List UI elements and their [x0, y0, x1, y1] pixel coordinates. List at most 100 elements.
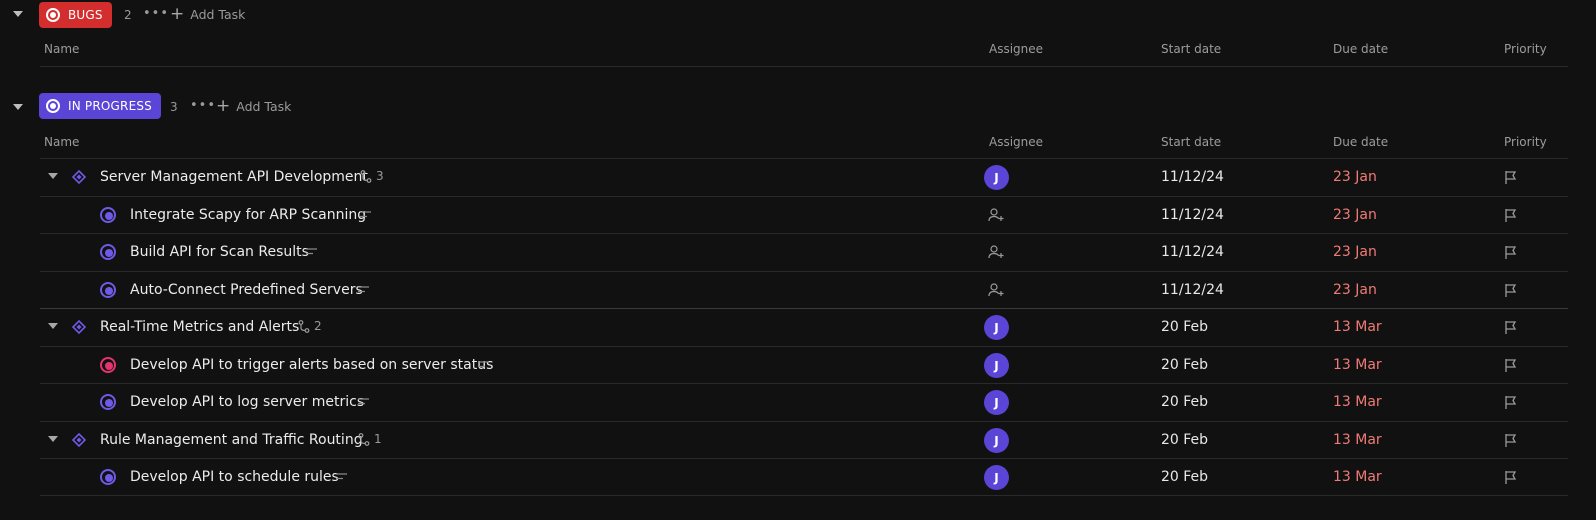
plus-icon: + [216, 96, 231, 116]
subtask-count-value: 3 [376, 169, 384, 183]
priority-flag-icon[interactable] [1504, 320, 1518, 335]
task-row[interactable]: Rule Management and Traffic Routing 1 J … [40, 422, 1568, 459]
expand-chevron-icon[interactable] [48, 435, 58, 443]
due-date[interactable]: 23 Jan [1333, 244, 1377, 260]
subtask-row[interactable]: Build API for Scan Results 11/12/24 23 J… [40, 234, 1568, 271]
column-header-due-date[interactable]: Due date [1333, 135, 1388, 149]
task-name[interactable]: Auto-Connect Predefined Servers [130, 282, 363, 298]
status-circle-icon[interactable] [100, 282, 116, 298]
start-date[interactable]: 11/12/24 [1161, 207, 1224, 223]
start-date[interactable]: 20 Feb [1161, 319, 1208, 335]
priority-flag-icon[interactable] [1504, 208, 1518, 223]
status-pill-in-progress[interactable]: IN PROGRESS [39, 93, 162, 119]
start-date[interactable]: 20 Feb [1161, 394, 1208, 410]
priority-flag-icon[interactable] [1504, 395, 1518, 410]
status-circle-icon[interactable] [100, 207, 116, 223]
priority-flag-icon[interactable] [1504, 433, 1518, 448]
task-name[interactable]: Rule Management and Traffic Routing [100, 432, 363, 448]
task-name[interactable]: Develop API to schedule rules [130, 469, 339, 485]
task-name[interactable]: Real-Time Metrics and Alerts [100, 319, 299, 335]
due-date[interactable]: 13 Mar [1333, 469, 1382, 485]
task-name[interactable]: Develop API to trigger alerts based on s… [130, 357, 493, 373]
subtask-icon [360, 169, 372, 183]
description-icon [358, 286, 369, 293]
avatar[interactable]: J [984, 315, 1009, 340]
task-name[interactable]: Develop API to log server metrics [130, 394, 364, 410]
plus-icon: + [170, 4, 185, 24]
due-date[interactable]: 23 Jan [1333, 169, 1377, 185]
description-icon [336, 473, 347, 480]
task-row[interactable]: Real-Time Metrics and Alerts 2 J 20 Feb … [40, 309, 1568, 346]
description-icon [478, 361, 489, 368]
task-name[interactable]: Server Management API Development [100, 169, 368, 185]
subtask-count[interactable]: 2 [298, 319, 322, 333]
expand-chevron-icon[interactable] [48, 172, 58, 180]
due-date[interactable]: 13 Mar [1333, 394, 1382, 410]
status-ring-icon [46, 8, 60, 22]
avatar[interactable]: J [984, 465, 1009, 490]
subtask-icon [298, 319, 310, 333]
status-circle-icon[interactable] [100, 394, 116, 410]
start-date[interactable]: 11/12/24 [1161, 169, 1224, 185]
subtask-row[interactable]: Auto-Connect Predefined Servers 11/12/24… [40, 272, 1568, 309]
collapse-in-progress-chevron-icon[interactable] [12, 101, 24, 113]
column-header-name[interactable]: Name [44, 135, 79, 149]
expand-chevron-icon[interactable] [48, 322, 58, 330]
avatar[interactable]: J [984, 390, 1009, 415]
due-date[interactable]: 13 Mar [1333, 432, 1382, 448]
start-date[interactable]: 20 Feb [1161, 469, 1208, 485]
task-type-diamond-icon [72, 170, 86, 184]
due-date[interactable]: 23 Jan [1333, 207, 1377, 223]
status-circle-icon[interactable] [100, 244, 116, 260]
column-header-name[interactable]: Name [44, 42, 79, 56]
status-circle-icon[interactable] [100, 469, 116, 485]
start-date[interactable]: 20 Feb [1161, 357, 1208, 373]
start-date[interactable]: 11/12/24 [1161, 244, 1224, 260]
group-bugs-header: BUGS 2 ••• + Add Task [0, 0, 1596, 30]
add-task-button[interactable]: + Add Task [216, 98, 291, 115]
due-date[interactable]: 13 Mar [1333, 319, 1382, 335]
status-pill-bugs[interactable]: BUGS [39, 2, 112, 28]
subtask-row[interactable]: Develop API to trigger alerts based on s… [40, 347, 1568, 384]
column-header-start-date[interactable]: Start date [1161, 42, 1221, 56]
column-header-assignee[interactable]: Assignee [989, 42, 1043, 56]
task-name[interactable]: Build API for Scan Results [130, 244, 309, 260]
subtask-row[interactable]: Develop API to schedule rules J 20 Feb 1… [40, 459, 1568, 496]
column-header-priority[interactable]: Priority [1504, 135, 1547, 149]
group-count: 3 [170, 100, 178, 114]
subtask-row[interactable]: Integrate Scapy for ARP Scanning 11/12/2… [40, 197, 1568, 234]
subtask-count[interactable]: 3 [360, 169, 384, 183]
priority-flag-icon[interactable] [1504, 358, 1518, 373]
divider [40, 495, 1568, 496]
avatar[interactable]: J [984, 353, 1009, 378]
add-assignee-icon[interactable] [988, 245, 1005, 259]
column-header-priority[interactable]: Priority [1504, 42, 1547, 56]
column-header-assignee[interactable]: Assignee [989, 135, 1043, 149]
task-name[interactable]: Integrate Scapy for ARP Scanning [130, 207, 366, 223]
task-type-diamond-icon [72, 320, 86, 334]
avatar[interactable]: J [984, 165, 1009, 190]
more-options-icon[interactable]: ••• [143, 6, 169, 21]
priority-flag-icon[interactable] [1504, 245, 1518, 260]
priority-flag-icon[interactable] [1504, 470, 1518, 485]
priority-flag-icon[interactable] [1504, 283, 1518, 298]
add-assignee-icon[interactable] [988, 283, 1005, 297]
due-date[interactable]: 13 Mar [1333, 357, 1382, 373]
column-header-due-date[interactable]: Due date [1333, 42, 1388, 56]
start-date[interactable]: 11/12/24 [1161, 282, 1224, 298]
due-date[interactable]: 23 Jan [1333, 282, 1377, 298]
collapse-bugs-chevron-icon[interactable] [12, 8, 24, 20]
subtask-row[interactable]: Develop API to log server metrics J 20 F… [40, 384, 1568, 421]
group-in-progress-header: IN PROGRESS 3 ••• + Add Task [0, 92, 1596, 122]
more-options-icon[interactable]: ••• [190, 98, 216, 113]
priority-flag-icon[interactable] [1504, 170, 1518, 185]
task-row[interactable]: Server Management API Development 3 J 11… [40, 159, 1568, 196]
avatar[interactable]: J [984, 428, 1009, 453]
column-header-start-date[interactable]: Start date [1161, 135, 1221, 149]
group-count: 2 [124, 8, 132, 22]
add-task-button[interactable]: + Add Task [170, 6, 245, 23]
subtask-count[interactable]: 1 [358, 432, 382, 446]
status-circle-icon[interactable] [100, 357, 116, 373]
start-date[interactable]: 20 Feb [1161, 432, 1208, 448]
add-assignee-icon[interactable] [988, 208, 1005, 222]
